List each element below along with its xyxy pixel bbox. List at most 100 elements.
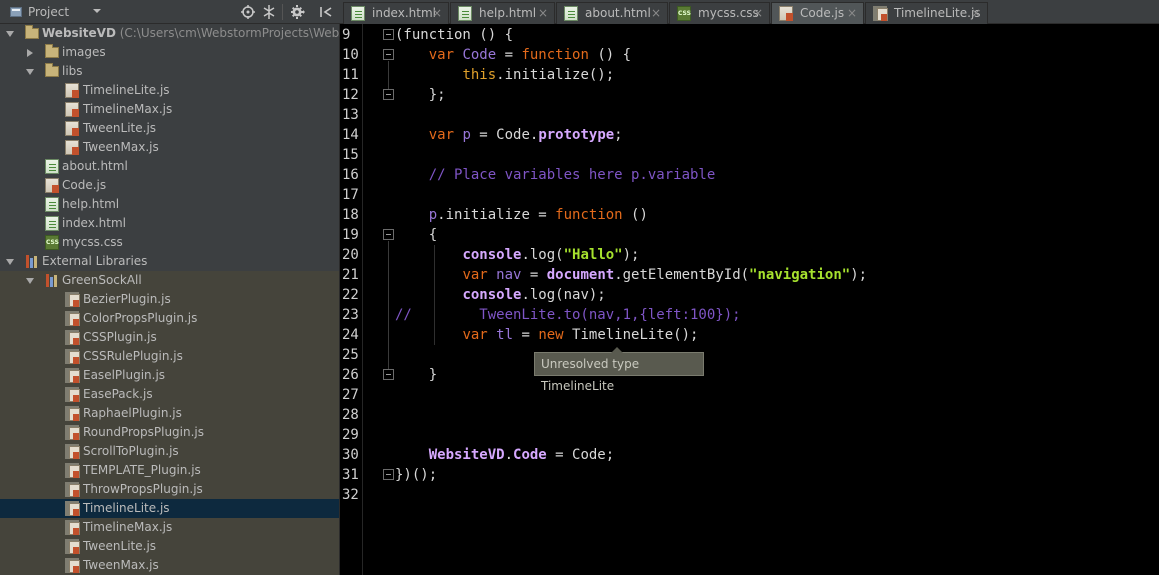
code-token: p bbox=[428, 207, 438, 223]
fold-marker-icon[interactable] bbox=[383, 49, 394, 60]
line-number: 11 bbox=[342, 67, 359, 83]
fold-marker-icon[interactable] bbox=[383, 229, 394, 240]
tree-item[interactable]: ScrollToPlugin.js bbox=[0, 442, 339, 461]
expand-arrow-icon[interactable] bbox=[5, 257, 15, 267]
tree-item-label: EaselPlugin.js bbox=[83, 368, 165, 383]
fold-marker-icon[interactable] bbox=[383, 29, 394, 40]
tree-item[interactable]: TimelineMax.js bbox=[0, 518, 339, 537]
close-icon[interactable]: × bbox=[651, 6, 661, 21]
code-token: = bbox=[513, 327, 539, 343]
gear-icon[interactable] bbox=[290, 4, 306, 20]
close-icon[interactable]: × bbox=[753, 6, 763, 21]
fold-marker-icon[interactable] bbox=[383, 89, 394, 100]
line-number: 19 bbox=[342, 227, 359, 243]
library-js-icon bbox=[65, 330, 80, 345]
tree-item[interactable]: EaselPlugin.js bbox=[0, 366, 339, 385]
code-line: console.log(nav); bbox=[395, 285, 605, 305]
tree-item[interactable]: help.html bbox=[0, 195, 339, 214]
tree-item[interactable]: RaphaelPlugin.js bbox=[0, 404, 339, 423]
tree-item[interactable]: TEMPLATE_Plugin.js bbox=[0, 461, 339, 480]
tab-about-html[interactable]: about.html × bbox=[556, 2, 668, 24]
tree-item[interactable]: TimelineMax.js bbox=[0, 100, 339, 119]
tree-item-label: TweenLite.js bbox=[83, 539, 156, 554]
tree-item[interactable]: RoundPropsPlugin.js bbox=[0, 423, 339, 442]
line-number: 16 bbox=[342, 167, 359, 183]
collapse-arrow-icon[interactable] bbox=[25, 48, 35, 58]
tree-item[interactable]: External Libraries bbox=[0, 252, 339, 271]
tree-item[interactable]: WebsiteVD (C:\Users\cm\WebstormProjects\… bbox=[0, 24, 361, 43]
chevron-down-icon bbox=[93, 9, 101, 13]
tab-index-html[interactable]: index.html × bbox=[343, 2, 449, 24]
library-js-icon bbox=[65, 463, 80, 478]
fold-marker-icon[interactable] bbox=[383, 369, 394, 380]
line-number: 10 bbox=[342, 47, 359, 63]
code-token: WebsiteVD bbox=[428, 447, 505, 463]
close-icon[interactable]: × bbox=[971, 6, 981, 21]
tree-item[interactable]: TweenMax.js bbox=[0, 138, 339, 157]
hide-icon[interactable] bbox=[318, 4, 334, 20]
tab-code-js[interactable]: Code.js × bbox=[771, 2, 864, 24]
tab-help-html[interactable]: help.html × bbox=[450, 2, 555, 24]
library-js-icon bbox=[873, 6, 888, 21]
tree-item[interactable]: index.html bbox=[0, 214, 339, 233]
tree-item[interactable]: TweenLite.js bbox=[0, 119, 339, 138]
tree-item[interactable]: TimelineLite.js bbox=[0, 81, 339, 100]
close-icon[interactable]: × bbox=[538, 6, 548, 21]
tree-item-label: mycss.css bbox=[62, 235, 123, 250]
tree-item[interactable]: TweenLite.js bbox=[0, 537, 339, 556]
tree-item[interactable]: CSSRulePlugin.js bbox=[0, 347, 339, 366]
tree-item[interactable]: ThrowPropsPlugin.js bbox=[0, 480, 339, 499]
tree-item[interactable]: TimelineLite.js bbox=[0, 499, 339, 518]
tree-item-label: ColorPropsPlugin.js bbox=[83, 311, 197, 326]
tree-item[interactable]: CSSPlugin.js bbox=[0, 328, 339, 347]
line-number: 25 bbox=[342, 347, 359, 363]
tree-item-label: images bbox=[62, 45, 106, 60]
close-icon[interactable]: × bbox=[847, 6, 857, 21]
target-icon[interactable] bbox=[240, 4, 256, 20]
tab-timelinelite-js[interactable]: TimelineLite.js × bbox=[865, 2, 988, 24]
tree-item-name: TimelineLite.js bbox=[83, 83, 170, 97]
tree-item-name: WebsiteVD bbox=[42, 26, 116, 40]
indent-guide-line bbox=[434, 245, 435, 345]
expand-arrow-icon[interactable] bbox=[5, 29, 15, 39]
tree-item-label: BezierPlugin.js bbox=[83, 292, 171, 307]
tree-item-name: ColorPropsPlugin.js bbox=[83, 311, 198, 325]
tree-item-name: BezierPlugin.js bbox=[83, 292, 171, 306]
line-number: 27 bbox=[342, 387, 359, 403]
tree-item[interactable]: libs bbox=[0, 62, 339, 81]
tree-item[interactable]: Code.js bbox=[0, 176, 339, 195]
fold-guide-line bbox=[388, 241, 389, 369]
tree-item[interactable]: CSS mycss.css bbox=[0, 233, 339, 252]
html-file-icon bbox=[45, 159, 59, 174]
tree-item[interactable]: EasePack.js bbox=[0, 385, 339, 404]
tab-mycss-css[interactable]: CSS mycss.css × bbox=[669, 2, 770, 24]
code-token: console bbox=[462, 247, 522, 263]
tooltip-arrow bbox=[611, 347, 623, 353]
library-js-icon bbox=[65, 292, 80, 307]
tree-item-label: ThrowPropsPlugin.js bbox=[83, 482, 203, 497]
expand-arrow-icon[interactable] bbox=[25, 276, 35, 286]
expand-arrow-icon[interactable] bbox=[25, 67, 35, 77]
code-token: (function () { bbox=[395, 27, 514, 43]
project-view-dropdown[interactable]: Project bbox=[2, 2, 106, 21]
tree-item-label: TweenMax.js bbox=[83, 558, 159, 573]
tree-item[interactable]: ColorPropsPlugin.js bbox=[0, 309, 339, 328]
html-file-icon bbox=[458, 6, 472, 21]
tree-item[interactable]: BezierPlugin.js bbox=[0, 290, 339, 309]
code-token: var bbox=[462, 327, 497, 343]
code-token: Code bbox=[462, 47, 497, 63]
code-line: // Place variables here p.variable bbox=[395, 165, 716, 185]
tree-item[interactable]: about.html bbox=[0, 157, 339, 176]
tree-item-label: EasePack.js bbox=[83, 387, 153, 402]
tree-item-name: TimelineLite.js bbox=[83, 501, 170, 515]
tree-item[interactable]: GreenSockAll bbox=[0, 271, 339, 290]
line-number: 15 bbox=[342, 147, 359, 163]
header-divider bbox=[282, 4, 283, 20]
fold-marker-icon[interactable] bbox=[383, 469, 394, 480]
library-js-icon bbox=[65, 558, 80, 573]
tree-item[interactable]: images bbox=[0, 43, 339, 62]
collapse-icon[interactable] bbox=[261, 4, 277, 20]
close-icon[interactable]: × bbox=[432, 6, 442, 21]
tree-item[interactable]: TweenMax.js bbox=[0, 556, 339, 575]
